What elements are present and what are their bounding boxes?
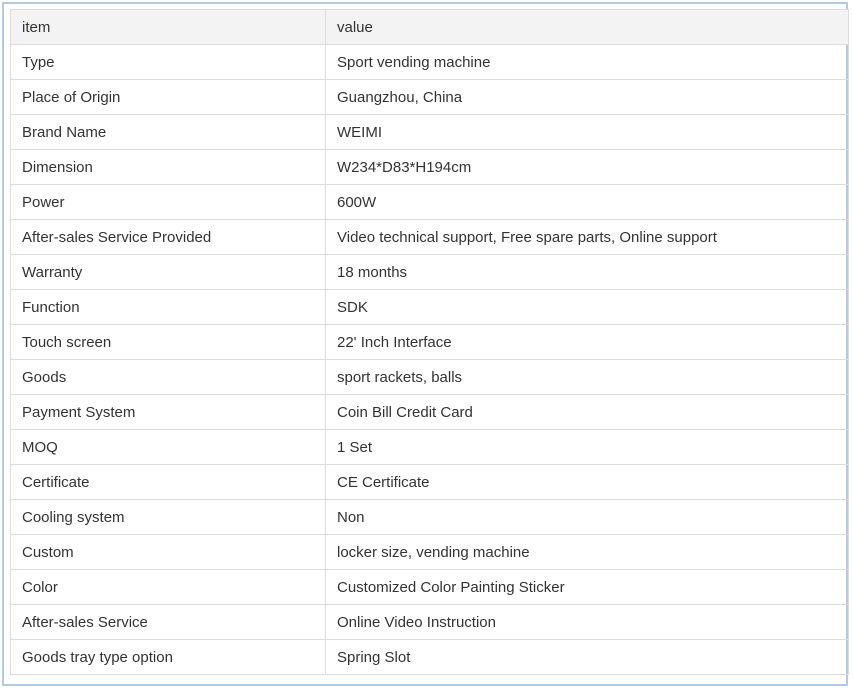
value-cell: Sport vending machine <box>325 44 849 80</box>
value-cell: CE Certificate <box>325 464 849 500</box>
table-row: Brand Name WEIMI <box>10 114 849 150</box>
header-value-cell: value <box>325 9 849 45</box>
table-row: Cooling system Non <box>10 499 849 535</box>
table-row: Color Customized Color Painting Sticker <box>10 569 849 605</box>
value-cell: Guangzhou, China <box>325 79 849 115</box>
value-cell: SDK <box>325 289 849 325</box>
table-row: Payment System Coin Bill Credit Card <box>10 394 849 430</box>
table-row: Touch screen 22' Inch Interface <box>10 324 849 360</box>
item-cell: After-sales Service <box>10 604 326 640</box>
value-cell: Customized Color Painting Sticker <box>325 569 849 605</box>
item-cell: Warranty <box>10 254 326 290</box>
item-cell: Function <box>10 289 326 325</box>
table-row: Custom locker size, vending machine <box>10 534 849 570</box>
table-header-row: item value <box>10 9 849 45</box>
item-cell: Touch screen <box>10 324 326 360</box>
value-cell: W234*D83*H194cm <box>325 149 849 185</box>
value-cell: 18 months <box>325 254 849 290</box>
table-row: After-sales Service Online Video Instruct… <box>10 604 849 640</box>
item-cell: Payment System <box>10 394 326 430</box>
item-cell: Custom <box>10 534 326 570</box>
spec-table-frame: item value Type Sport vending machine Plac… <box>2 2 849 686</box>
item-cell: Brand Name <box>10 114 326 150</box>
spec-table: item value Type Sport vending machine Plac… <box>10 9 849 675</box>
spec-table-body: item value Type Sport vending machine Plac… <box>10 9 849 675</box>
table-row: Goods sport rackets, balls <box>10 359 849 395</box>
table-row: After-sales Service Provided Video techni… <box>10 219 849 255</box>
item-cell: Goods tray type option <box>10 639 326 675</box>
item-cell: Goods <box>10 359 326 395</box>
table-row: Type Sport vending machine <box>10 44 849 80</box>
value-cell: sport rackets, balls <box>325 359 849 395</box>
item-cell: Type <box>10 44 326 80</box>
table-row: Place of Origin Guangzhou, China <box>10 79 849 115</box>
value-cell: Video technical support, Free spare part… <box>325 219 849 255</box>
table-row: Goods tray type option Spring Slot <box>10 639 849 675</box>
value-cell: Spring Slot <box>325 639 849 675</box>
value-cell: 600W <box>325 184 849 220</box>
item-cell: Place of Origin <box>10 79 326 115</box>
value-cell: locker size, vending machine <box>325 534 849 570</box>
item-cell: Certificate <box>10 464 326 500</box>
item-cell: After-sales Service Provided <box>10 219 326 255</box>
value-cell: Online Video Instruction <box>325 604 849 640</box>
table-row: Warranty 18 months <box>10 254 849 290</box>
value-cell: WEIMI <box>325 114 849 150</box>
item-cell: MOQ <box>10 429 326 465</box>
item-cell: Dimension <box>10 149 326 185</box>
table-row: Power 600W <box>10 184 849 220</box>
table-row: Function SDK <box>10 289 849 325</box>
item-cell: Cooling system <box>10 499 326 535</box>
value-cell: 22' Inch Interface <box>325 324 849 360</box>
value-cell: Non <box>325 499 849 535</box>
header-item-cell: item <box>10 9 326 45</box>
value-cell: Coin Bill Credit Card <box>325 394 849 430</box>
table-row: Certificate CE Certificate <box>10 464 849 500</box>
value-cell: 1 Set <box>325 429 849 465</box>
table-row: Dimension W234*D83*H194cm <box>10 149 849 185</box>
table-row: MOQ 1 Set <box>10 429 849 465</box>
item-cell: Power <box>10 184 326 220</box>
item-cell: Color <box>10 569 326 605</box>
